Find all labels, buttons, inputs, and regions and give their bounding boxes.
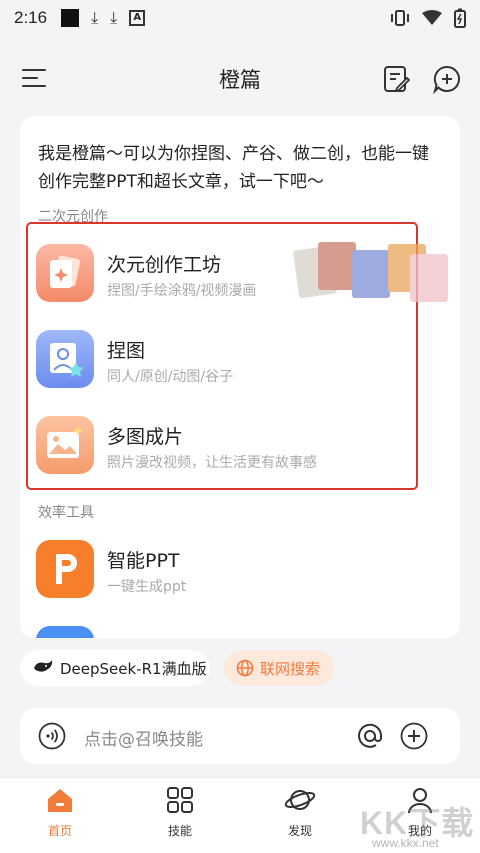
grid-icon	[167, 787, 193, 813]
web-search-label: 联网搜索	[260, 659, 321, 678]
app-header: 橙篇	[0, 50, 480, 106]
card-sparkle-icon	[36, 244, 94, 302]
model-selector-chip[interactable]: DeepSeek-R1满血版	[20, 650, 210, 686]
at-mention-icon[interactable]	[356, 722, 384, 750]
vibrate-icon	[391, 10, 409, 26]
feature-name: 次元创作工坊	[107, 254, 222, 276]
tool-icon	[36, 626, 94, 638]
a-notification-icon: A	[129, 10, 146, 26]
tab-home[interactable]: 首页	[20, 786, 100, 839]
tab-label: 发现	[287, 824, 312, 838]
feature-desc: 一键生成ppt	[107, 579, 187, 595]
feature-workshop[interactable]: 次元创作工坊 捏图/手绘涂鸦/视频漫画	[36, 244, 416, 306]
feature-name: 捏图	[107, 340, 146, 362]
voice-icon[interactable]	[38, 722, 66, 750]
download-icon-2: ⤓	[110, 8, 118, 27]
wifi-icon	[422, 10, 442, 25]
feature-multi-image-video[interactable]: 多图成片 照片漫改视频，让生活更有故事感	[36, 416, 416, 478]
new-chat-icon[interactable]	[432, 64, 462, 95]
model-label: DeepSeek-R1满血版	[60, 659, 207, 678]
feature-nietu[interactable]: 捏图 同人/原创/动图/谷子	[36, 330, 416, 392]
feature-name: 智能PPT	[107, 550, 180, 572]
battery-icon	[454, 8, 466, 28]
landscape-image-icon	[36, 416, 94, 474]
feature-desc: 捏图/手绘涂鸦/视频漫画	[107, 283, 257, 299]
status-time: 2:16	[14, 8, 48, 27]
download-icon: ⤓	[91, 8, 99, 27]
feature-desc: 照片漫改视频，让生活更有故事感	[107, 455, 317, 471]
whale-icon	[34, 660, 53, 672]
intro-text: 我是橙篇～可以为你捏图、产谷、做二创，也能一键创作完整PPT和超长文章，试一下吧…	[38, 144, 429, 192]
chat-input-placeholder[interactable]: 点击@召唤技能	[84, 725, 203, 750]
edit-note-icon[interactable]	[382, 64, 412, 94]
tab-label: 技能	[167, 824, 192, 838]
portrait-star-icon	[36, 330, 94, 388]
home-icon	[48, 789, 72, 812]
status-bar: 2:16 ⤓ ⤓ A	[0, 0, 480, 36]
tab-label: 首页	[47, 824, 72, 838]
feature-partial[interactable]	[36, 626, 416, 638]
globe-icon	[236, 659, 254, 677]
feature-desc: 同人/原创/动图/谷子	[107, 369, 234, 385]
tab-skills[interactable]: 技能	[140, 786, 220, 839]
add-icon[interactable]	[400, 722, 428, 750]
welcome-card: 我是橙篇～可以为你捏图、产谷、做二创，也能一键创作完整PPT和超长文章，试一下吧…	[20, 116, 460, 638]
planet-icon	[284, 790, 316, 810]
watermark-url: www.kkx.net	[372, 836, 439, 850]
web-search-chip[interactable]: 联网搜索	[224, 650, 334, 686]
notification-app-icon	[61, 9, 80, 27]
chat-input-bar[interactable]: 点击@召唤技能	[20, 708, 460, 764]
ppt-icon	[36, 540, 94, 598]
feature-smart-ppt[interactable]: 智能PPT 一键生成ppt	[36, 540, 416, 602]
feature-name: 多图成片	[107, 426, 184, 448]
section-label-efficiency: 效率工具	[38, 505, 94, 521]
tab-discover[interactable]: 发现	[260, 786, 340, 839]
